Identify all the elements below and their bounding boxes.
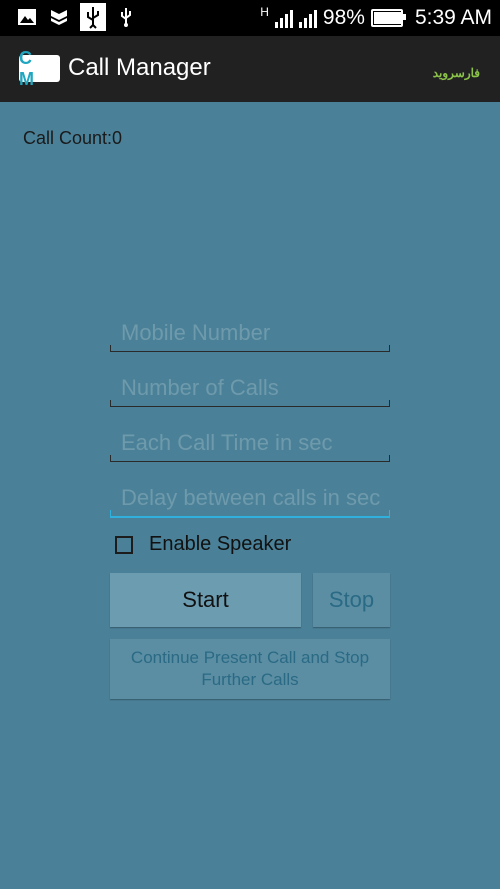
image-icon bbox=[18, 9, 36, 25]
continue-present-call-button[interactable]: Continue Present Call and Stop Further C… bbox=[110, 639, 390, 699]
call-count-label: Call Count:0 bbox=[23, 128, 123, 148]
delay-between-calls-field[interactable] bbox=[110, 480, 390, 518]
mobile-number-input[interactable] bbox=[110, 315, 390, 351]
network-type: H bbox=[260, 5, 269, 19]
shield-icon bbox=[51, 10, 67, 25]
mobile-number-field[interactable] bbox=[110, 315, 390, 352]
battery-percent: 98% bbox=[322, 6, 365, 29]
watermark-logo: فارسروید bbox=[432, 66, 480, 80]
start-button[interactable]: Start bbox=[110, 573, 301, 627]
usb-icon bbox=[121, 8, 131, 27]
status-bar: H 98% 5:39 AM bbox=[0, 0, 500, 36]
delay-between-calls-input[interactable] bbox=[110, 480, 390, 516]
enable-speaker-label: Enable Speaker bbox=[149, 533, 292, 555]
enable-speaker-row[interactable]: Enable Speaker bbox=[115, 533, 291, 556]
each-call-time-field[interactable] bbox=[110, 425, 390, 462]
signal-icon-2 bbox=[298, 8, 317, 28]
app-logo: C M bbox=[19, 48, 60, 89]
clock: 5:39 AM bbox=[414, 6, 492, 29]
number-of-calls-field[interactable] bbox=[110, 370, 390, 407]
status-right: H 98% 5:39 AM bbox=[260, 0, 492, 36]
usb-debug-icon bbox=[80, 3, 106, 31]
each-call-time-input[interactable] bbox=[110, 425, 390, 461]
signal-icon bbox=[274, 8, 293, 28]
app-title: Call Manager bbox=[68, 54, 211, 81]
number-of-calls-input[interactable] bbox=[110, 370, 390, 406]
battery-icon bbox=[370, 9, 406, 27]
app-bar: C M Call Manager فارسروید bbox=[0, 36, 500, 102]
enable-speaker-checkbox[interactable] bbox=[115, 535, 133, 554]
stop-button[interactable]: Stop bbox=[313, 573, 390, 627]
